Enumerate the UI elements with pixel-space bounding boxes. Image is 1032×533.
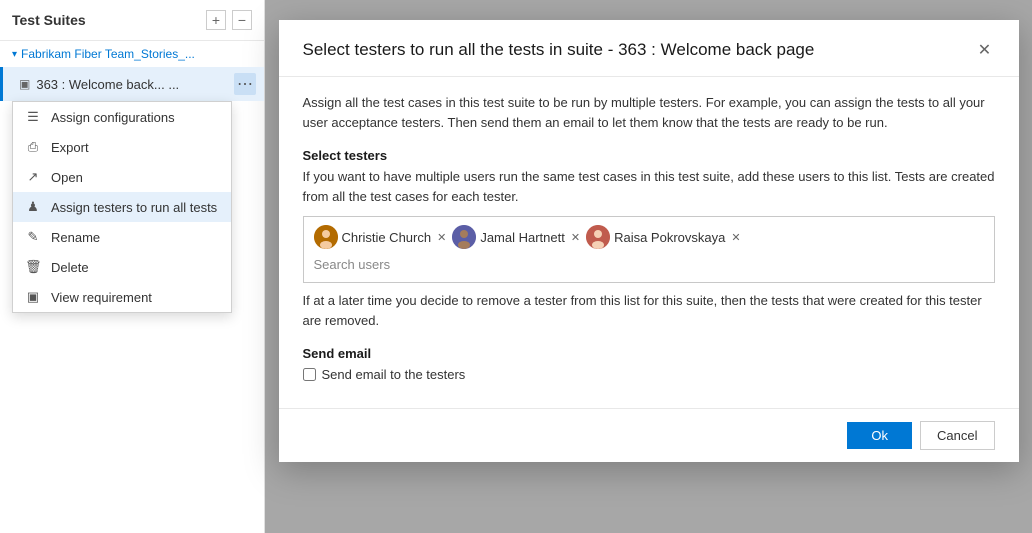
modal-header: Select testers to run all the tests in s… bbox=[279, 20, 1019, 77]
menu-item-open[interactable]: ↗ Open bbox=[13, 162, 231, 192]
assign-configurations-icon: ☰ bbox=[25, 109, 41, 125]
search-users-input[interactable]: Search users bbox=[314, 255, 984, 274]
cancel-button[interactable]: Cancel bbox=[920, 421, 994, 450]
assign-testers-icon: ♟ bbox=[25, 199, 41, 215]
menu-label-open: Open bbox=[51, 170, 83, 185]
menu-item-rename[interactable]: ✎ Rename bbox=[13, 222, 231, 252]
suite-label: 363 : Welcome back... ... bbox=[36, 77, 234, 92]
tester-name-jamal: Jamal Hartnett bbox=[480, 230, 565, 245]
remove-christie-button[interactable]: ✕ bbox=[437, 231, 446, 244]
menu-label-delete: Delete bbox=[51, 260, 89, 275]
view-requirement-icon: ▣ bbox=[25, 289, 41, 305]
menu-label-export: Export bbox=[51, 140, 89, 155]
remove-jamal-button[interactable]: ✕ bbox=[571, 231, 580, 244]
context-menu: ☰ Assign configurations ⎙ Export ↗ Open … bbox=[12, 101, 232, 313]
menu-label-assign-configurations: Assign configurations bbox=[51, 110, 175, 125]
export-icon: ⎙ bbox=[25, 139, 41, 155]
send-email-label: Send email to the testers bbox=[322, 367, 466, 382]
team-row[interactable]: ▾ Fabrikam Fiber Team_Stories_... bbox=[0, 41, 264, 67]
open-icon: ↗ bbox=[25, 169, 41, 185]
tester-tag-christie: Christie Church ✕ bbox=[314, 225, 447, 249]
select-testers-heading: Select testers bbox=[303, 148, 995, 163]
send-email-heading: Send email bbox=[303, 346, 995, 361]
remove-raisa-button[interactable]: ✕ bbox=[731, 231, 740, 244]
sidebar-title: Test Suites bbox=[12, 12, 86, 28]
chevron-down-icon: ▾ bbox=[12, 49, 17, 60]
send-email-checkbox[interactable] bbox=[303, 368, 316, 381]
modal-intro: Assign all the test cases in this test s… bbox=[303, 93, 995, 132]
select-testers-description: If you want to have multiple users run t… bbox=[303, 167, 995, 206]
testers-box[interactable]: Christie Church ✕ Jamal Hartnett bbox=[303, 216, 995, 283]
rename-icon: ✎ bbox=[25, 229, 41, 245]
avatar-christie bbox=[314, 225, 338, 249]
send-email-section: Send email Send email to the testers bbox=[303, 346, 995, 382]
avatar-jamal bbox=[452, 225, 476, 249]
suite-item[interactable]: ▣ 363 : Welcome back... ... ⋯ bbox=[0, 67, 264, 101]
modal: Select testers to run all the tests in s… bbox=[279, 20, 1019, 462]
modal-footer: Ok Cancel bbox=[279, 408, 1019, 462]
suite-icon: ▣ bbox=[19, 77, 30, 91]
menu-item-export[interactable]: ⎙ Export bbox=[13, 132, 231, 162]
menu-item-delete[interactable]: 🗑 Delete bbox=[13, 252, 231, 282]
testers-tags: Christie Church ✕ Jamal Hartnett bbox=[314, 225, 984, 249]
menu-label-view-requirement: View requirement bbox=[51, 290, 152, 305]
menu-label-assign-testers: Assign testers to run all tests bbox=[51, 200, 217, 215]
add-suite-button[interactable]: + bbox=[206, 10, 226, 30]
tester-name-christie: Christie Church bbox=[342, 230, 432, 245]
modal-overlay: Select testers to run all the tests in s… bbox=[265, 0, 1032, 533]
menu-item-view-requirement[interactable]: ▣ View requirement bbox=[13, 282, 231, 312]
removal-note: If at a later time you decide to remove … bbox=[303, 291, 995, 330]
tester-tag-jamal: Jamal Hartnett ✕ bbox=[452, 225, 580, 249]
tester-name-raisa: Raisa Pokrovskaya bbox=[614, 230, 725, 245]
menu-label-rename: Rename bbox=[51, 230, 100, 245]
ok-button[interactable]: Ok bbox=[847, 422, 912, 449]
modal-title: Select testers to run all the tests in s… bbox=[303, 40, 815, 60]
suite-more-button[interactable]: ⋯ bbox=[234, 73, 256, 95]
team-label: Fabrikam Fiber Team_Stories_... bbox=[21, 47, 195, 61]
send-email-checkbox-row[interactable]: Send email to the testers bbox=[303, 367, 995, 382]
sidebar-header-icons: + − bbox=[206, 10, 252, 30]
remove-suite-button[interactable]: − bbox=[232, 10, 252, 30]
menu-item-assign-configurations[interactable]: ☰ Assign configurations bbox=[13, 102, 231, 132]
modal-close-button[interactable]: ✕ bbox=[971, 36, 999, 64]
modal-body: Assign all the test cases in this test s… bbox=[279, 77, 1019, 408]
delete-icon: 🗑 bbox=[25, 259, 41, 275]
tester-tag-raisa: Raisa Pokrovskaya ✕ bbox=[586, 225, 741, 249]
sidebar: Test Suites + − ▾ Fabrikam Fiber Team_St… bbox=[0, 0, 265, 533]
sidebar-header: Test Suites + − bbox=[0, 0, 264, 41]
menu-item-assign-testers[interactable]: ♟ Assign testers to run all tests bbox=[13, 192, 231, 222]
avatar-raisa bbox=[586, 225, 610, 249]
